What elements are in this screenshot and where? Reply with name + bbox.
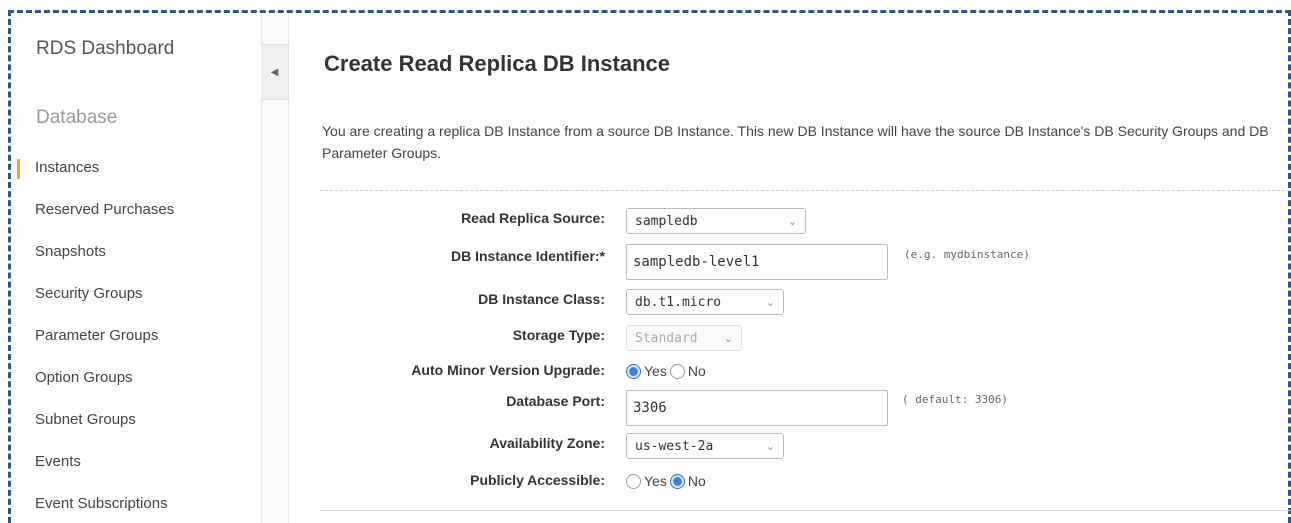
row-storage-type: Storage Type: Standard ⌄ xyxy=(300,325,1290,351)
sidebar-item-security-groups[interactable]: Security Groups xyxy=(11,273,261,315)
publicly-accessible-yes-label: Yes xyxy=(644,473,667,489)
sidebar-item-snapshots[interactable]: Snapshots xyxy=(11,231,261,273)
form-top-separator xyxy=(320,190,1290,191)
auto-minor-version-upgrade-radios: Yes No xyxy=(626,363,709,379)
caret-left-icon: ◀ xyxy=(270,66,279,78)
db-instance-identifier-input[interactable]: sampledb-level1 xyxy=(626,244,888,280)
row-database-port: Database Port: 3306 ( default: 3306) xyxy=(300,390,1290,426)
auto-minor-upgrade-no-label: No xyxy=(687,363,706,379)
publicly-accessible-radios: Yes No xyxy=(626,473,709,489)
database-port-label: Database Port: xyxy=(506,393,605,409)
sidebar-item-events[interactable]: Events xyxy=(11,441,261,483)
chevron-down-icon: ⌄ xyxy=(765,295,775,309)
row-db-instance-identifier: DB Instance Identifier:* sampledb-level1… xyxy=(300,244,1290,280)
publicly-accessible-yes-radio[interactable] xyxy=(626,473,641,489)
auto-minor-upgrade-yes-radio[interactable] xyxy=(626,363,641,379)
sidebar-section-database: Database xyxy=(36,107,118,128)
sidebar-item-event-subscriptions[interactable]: Event Subscriptions xyxy=(11,483,261,523)
db-instance-class-value: db.t1.micro xyxy=(635,294,722,310)
read-replica-source-label: Read Replica Source: xyxy=(461,210,605,226)
storage-type-value: Standard xyxy=(635,330,698,346)
db-instance-identifier-label: DB Instance Identifier:* xyxy=(450,248,605,264)
db-instance-class-select[interactable]: db.t1.micro ⌄ xyxy=(626,289,784,315)
sidebar-item-option-groups[interactable]: Option Groups xyxy=(11,357,261,399)
page-title: Create Read Replica DB Instance xyxy=(324,51,671,76)
db-instance-identifier-value: sampledb-level1 xyxy=(633,254,760,270)
database-port-value: 3306 xyxy=(633,400,667,416)
publicly-accessible-no-label: No xyxy=(687,473,706,489)
page-description: You are creating a replica DB Instance f… xyxy=(322,123,1269,161)
storage-type-label: Storage Type: xyxy=(512,327,605,343)
read-replica-source-select[interactable]: sampledb ⌄ xyxy=(626,208,806,234)
row-db-instance-class: DB Instance Class: db.t1.micro ⌄ xyxy=(300,289,1290,315)
availability-zone-value: us-west-2a xyxy=(635,438,714,454)
db-instance-class-label: DB Instance Class: xyxy=(478,291,605,307)
auto-minor-upgrade-yes-label: Yes xyxy=(644,363,667,379)
database-port-hint: ( default: 3306) xyxy=(902,393,1008,406)
db-instance-identifier-hint: (e.g. mydbinstance) xyxy=(904,248,1030,261)
main-content: Create Read Replica DB Instance You are … xyxy=(300,13,1290,523)
sidebar-item-subnet-groups[interactable]: Subnet Groups xyxy=(11,399,261,441)
database-port-input[interactable]: 3306 xyxy=(626,390,888,426)
auto-minor-version-upgrade-label: Auto Minor Version Upgrade: xyxy=(411,362,605,378)
auto-minor-upgrade-no-radio[interactable] xyxy=(669,363,685,379)
form-bottom-separator xyxy=(320,510,1290,511)
chevron-down-icon: ⌄ xyxy=(787,214,797,228)
row-read-replica-source: Read Replica Source: sampledb ⌄ xyxy=(300,208,1290,234)
row-publicly-accessible: Publicly Accessible: Yes No xyxy=(300,470,1290,496)
sidebar: RDS Dashboard Database Instances Reserve… xyxy=(11,13,261,523)
sidebar-title[interactable]: RDS Dashboard xyxy=(36,38,174,60)
storage-type-select[interactable]: Standard ⌄ xyxy=(626,325,742,351)
availability-zone-select[interactable]: us-west-2a ⌄ xyxy=(626,433,784,459)
sidebar-nav-list: Instances Reserved Purchases Snapshots S… xyxy=(11,147,261,523)
sidebar-item-reserved-purchases[interactable]: Reserved Purchases xyxy=(11,189,261,231)
availability-zone-label: Availability Zone: xyxy=(489,435,605,451)
row-auto-minor-version-upgrade: Auto Minor Version Upgrade: Yes No xyxy=(300,360,1290,386)
sidebar-item-parameter-groups[interactable]: Parameter Groups xyxy=(11,315,261,357)
collapse-sidebar-button[interactable]: ◀ xyxy=(261,44,289,100)
chevron-down-icon: ⌄ xyxy=(765,439,775,453)
publicly-accessible-label: Publicly Accessible: xyxy=(470,472,605,488)
chevron-down-icon: ⌄ xyxy=(723,331,733,345)
row-availability-zone: Availability Zone: us-west-2a ⌄ xyxy=(300,433,1290,459)
sidebar-item-instances[interactable]: Instances xyxy=(11,147,261,189)
read-replica-source-value: sampledb xyxy=(635,213,698,229)
publicly-accessible-no-radio[interactable] xyxy=(669,473,685,489)
